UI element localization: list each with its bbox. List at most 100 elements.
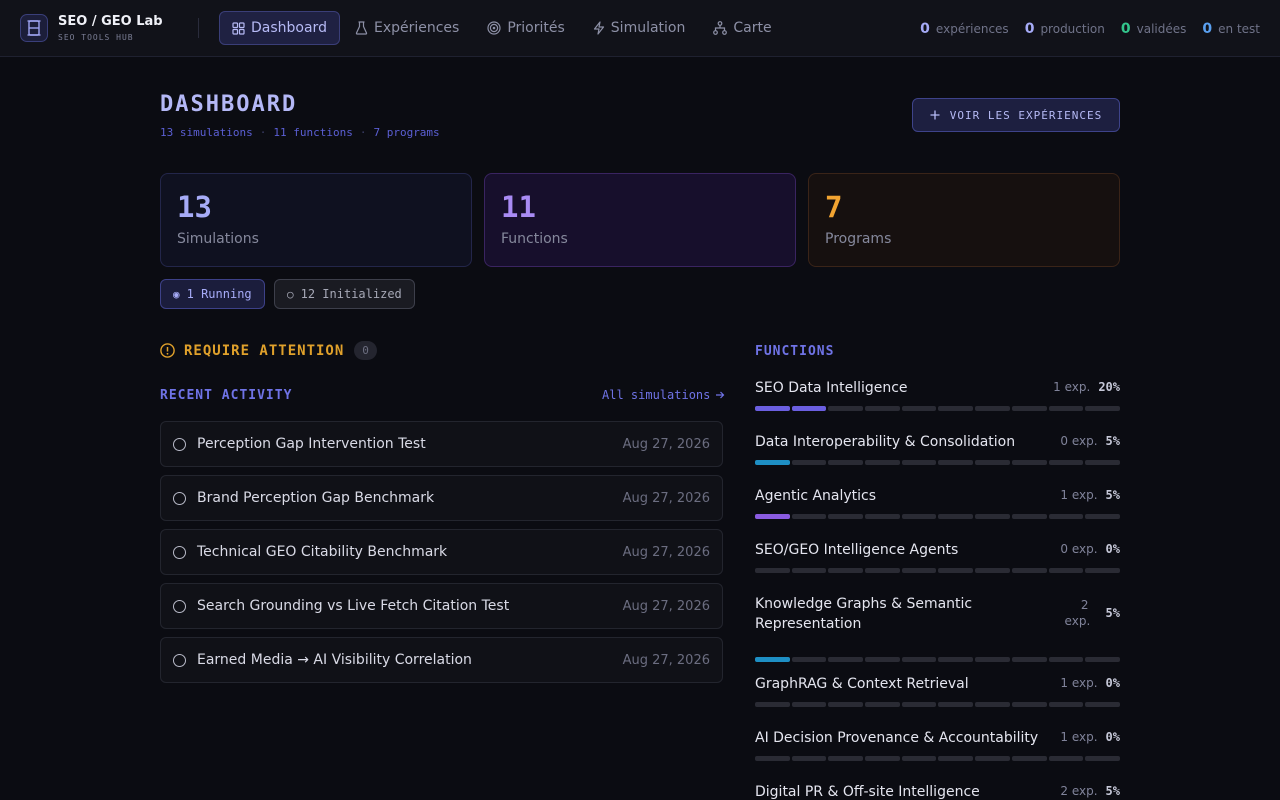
- lab-logo-icon: [20, 14, 48, 42]
- function-progress-pct: 0%: [1105, 730, 1120, 744]
- nav-tab-label: Expériences: [373, 20, 460, 36]
- card-value: 13: [177, 190, 212, 224]
- pill-label: 12 Initialized: [300, 287, 402, 301]
- progress-segment: [828, 756, 864, 761]
- function-name: GraphRAG & Context Retrieval: [755, 676, 969, 692]
- function-name: Digital PR & Off-site Intelligence: [755, 784, 980, 800]
- function-item[interactable]: GraphRAG & Context Retrieval 1 exp. 0%: [755, 674, 1120, 728]
- activity-row[interactable]: Brand Perception Gap Benchmark Aug 27, 2…: [160, 475, 723, 521]
- view-experiences-button[interactable]: VOIR LES EXPÉRIENCES: [912, 98, 1120, 132]
- function-item[interactable]: SEO/GEO Intelligence Agents 0 exp. 0%: [755, 540, 1120, 594]
- stat-value: 0: [1202, 20, 1213, 37]
- bolt-icon: [593, 21, 604, 35]
- card-programs[interactable]: 7 Programs: [808, 173, 1120, 267]
- progress-segment: [791, 514, 827, 519]
- progress-segment: [755, 657, 790, 662]
- progress-segment: [1048, 756, 1084, 761]
- activity-row[interactable]: Perception Gap Intervention Test Aug 27,…: [160, 421, 723, 467]
- function-exp-count: 2 exp.: [1064, 598, 1091, 628]
- function-exp-count: 2 exp.: [1060, 784, 1098, 798]
- nav-tab-label: Priorités: [507, 20, 565, 36]
- progress-segment: [901, 514, 937, 519]
- progress-segment: [865, 406, 900, 411]
- filter-running-pill[interactable]: ◉ 1 Running: [160, 279, 265, 309]
- functions-list: SEO Data Intelligence 1 exp. 20% Data Int…: [755, 378, 1120, 800]
- function-name: Agentic Analytics: [755, 488, 877, 504]
- attention-count-badge: 0: [354, 341, 377, 360]
- progress-segment: [975, 514, 1010, 519]
- function-item[interactable]: Agentic Analytics 1 exp. 5%: [755, 486, 1120, 540]
- function-name: Knowledge Graphs & Semantic Representati…: [755, 596, 973, 632]
- card-value: 7: [825, 190, 843, 224]
- stat-label: en test: [1218, 21, 1260, 36]
- progress-segment: [1048, 702, 1084, 707]
- activity-row[interactable]: Earned Media → AI Visibility Correlation…: [160, 637, 723, 683]
- function-exp-count: 1 exp.: [1053, 380, 1091, 394]
- activity-name: Technical GEO Citability Benchmark: [197, 544, 448, 560]
- top-navigation-bar: SEO / GEO Lab SEO TOOLS HUB Dashboard Ex…: [0, 0, 1280, 57]
- function-progress-bar: [755, 657, 1120, 662]
- activity-row[interactable]: Technical GEO Citability Benchmark Aug 2…: [160, 529, 723, 575]
- progress-segment: [1085, 657, 1120, 662]
- card-value: 11: [501, 190, 536, 224]
- nav-tab-simulation[interactable]: Simulation: [580, 11, 699, 45]
- status-circle-icon: [173, 653, 186, 667]
- function-progress-pct: 5%: [1105, 606, 1120, 620]
- brand[interactable]: SEO / GEO Lab SEO TOOLS HUB: [20, 14, 178, 42]
- function-item[interactable]: Knowledge Graphs & Semantic Representati…: [755, 594, 1120, 674]
- progress-segment: [828, 568, 864, 573]
- activity-row[interactable]: Search Grounding vs Live Fetch Citation …: [160, 583, 723, 629]
- arrow-right-icon: [716, 391, 725, 399]
- progress-segment: [975, 568, 1010, 573]
- function-progress-bar: [755, 756, 1120, 761]
- progress-segment: [938, 702, 974, 707]
- progress-segment: [828, 657, 864, 662]
- card-functions[interactable]: 11 Functions: [484, 173, 796, 267]
- nav-divider: [198, 18, 199, 38]
- function-item[interactable]: Data Interoperability & Consolidation 0 …: [755, 432, 1120, 486]
- progress-segment: [791, 460, 827, 465]
- stat-label: expériences: [935, 21, 1009, 36]
- running-status-icon: ◉: [173, 287, 180, 301]
- progress-segment: [1048, 568, 1084, 573]
- page-title: DASHBOARD: [160, 92, 298, 117]
- stat-en-test: 0 en test: [1202, 21, 1260, 37]
- function-item[interactable]: Digital PR & Off-site Intelligence 2 exp…: [755, 782, 1120, 800]
- function-name: AI Decision Provenance & Accountability: [755, 730, 1039, 746]
- progress-segment: [865, 514, 900, 519]
- activity-name: Earned Media → AI Visibility Correlation: [197, 652, 472, 668]
- progress-segment: [1048, 460, 1084, 465]
- functions-title: FUNCTIONS: [755, 344, 835, 359]
- progress-segment: [1011, 514, 1047, 519]
- nav-tab-carte[interactable]: Carte: [700, 11, 784, 45]
- stat-label: production: [1040, 21, 1105, 36]
- activity-date: Aug 27, 2026: [622, 652, 710, 668]
- card-label: Programs: [825, 231, 892, 247]
- brand-subtitle: SEO TOOLS HUB: [58, 33, 134, 42]
- filter-initialized-pill[interactable]: ○ 12 Initialized: [274, 279, 415, 309]
- function-exp-count: 1 exp.: [1060, 676, 1098, 690]
- function-item[interactable]: AI Decision Provenance & Accountability …: [755, 728, 1120, 782]
- function-progress-pct: 0%: [1105, 542, 1120, 556]
- all-simulations-link[interactable]: All simulations: [602, 388, 725, 402]
- plus-icon: [930, 110, 940, 120]
- subtitle-functions-count: 11 functions: [273, 126, 353, 139]
- activity-date: Aug 27, 2026: [622, 490, 710, 506]
- progress-segment: [1011, 568, 1047, 573]
- progress-segment: [975, 702, 1010, 707]
- nav-tab-label: Carte: [733, 20, 772, 36]
- nav-tab-dashboard[interactable]: Dashboard: [219, 11, 340, 45]
- card-simulations[interactable]: 13 Simulations: [160, 173, 472, 267]
- nav-tab-experiences[interactable]: Expériences: [342, 11, 472, 45]
- function-progress-pct: 5%: [1105, 784, 1120, 798]
- progress-segment: [975, 756, 1010, 761]
- nav-tab-priorites[interactable]: Priorités: [474, 11, 577, 45]
- stat-label: validées: [1136, 21, 1187, 36]
- progress-segment: [828, 460, 864, 465]
- progress-segment: [1085, 702, 1120, 707]
- progress-segment: [901, 568, 937, 573]
- function-name: SEO Data Intelligence: [755, 380, 908, 396]
- progress-segment: [1085, 406, 1120, 411]
- function-item[interactable]: SEO Data Intelligence 1 exp. 20%: [755, 378, 1120, 432]
- progress-segment: [938, 514, 974, 519]
